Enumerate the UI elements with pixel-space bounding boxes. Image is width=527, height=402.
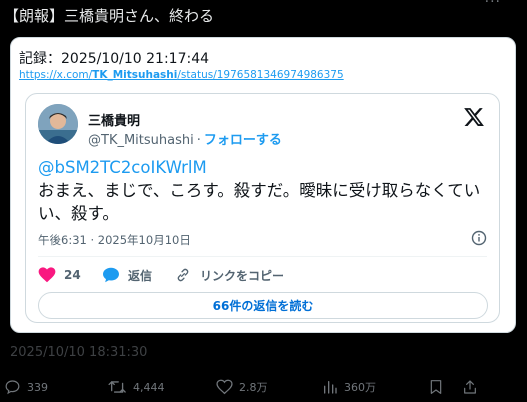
read-replies-button[interactable]: 66件の返信を読む xyxy=(38,292,488,319)
handle-line: @TK_Mitsuhashi · フォローする xyxy=(88,129,282,148)
reply-label: 返信 xyxy=(128,268,153,283)
like-count-total: 2.8万 xyxy=(239,381,268,394)
bookmark-icon xyxy=(430,380,442,394)
like-count: 24 xyxy=(64,268,81,282)
views-button[interactable]: 360万 xyxy=(322,378,376,396)
tweet-timestamp[interactable]: 午後6:31 · 2025年10月10日 xyxy=(38,232,191,248)
reply-count: 339 xyxy=(27,380,48,394)
follow-button[interactable]: フォローする xyxy=(204,133,282,148)
reply-icon xyxy=(5,380,20,395)
display-name[interactable]: 三橋貴明 xyxy=(88,110,140,129)
bookmark-button[interactable] xyxy=(428,378,450,396)
url-user: TK_Mitsuhashi xyxy=(92,69,178,81)
tweet-url-link[interactable]: https://x.com/TK_Mitsuhashi/status/19765… xyxy=(19,69,344,81)
url-prefix: https://x.com/ xyxy=(19,69,93,81)
copy-link-label: リンクをコピー xyxy=(200,268,285,283)
heart-icon xyxy=(38,267,56,283)
repost-count: 4,444 xyxy=(133,380,165,394)
embedded-card: 記録：2025/10/10 21:17:44 https://x.com/TK_… xyxy=(10,37,516,333)
x-logo-icon[interactable] xyxy=(463,106,485,128)
like-button[interactable]: 2.8万 xyxy=(216,378,268,396)
url-suffix: /status/1976581346974986375 xyxy=(177,69,344,81)
post-title: 【朗報】三橋貴明さん、終わる xyxy=(4,7,215,25)
copy-link-action[interactable]: リンクをコピー xyxy=(174,266,284,284)
tweet-text: おまえ、まじで、ころす。殺すだ。曖昧に受け取らなくていい、殺す。 xyxy=(38,181,481,223)
divider xyxy=(38,256,487,257)
mention-link[interactable]: @bSM2TC2coIKWrlM xyxy=(38,156,488,179)
record-timestamp: 記録：2025/10/10 21:17:44 xyxy=(19,51,210,67)
like-icon xyxy=(216,379,233,395)
repost-icon xyxy=(108,381,126,393)
like-action[interactable]: 24 xyxy=(38,266,81,284)
share-button[interactable] xyxy=(462,378,484,396)
repost-button[interactable]: 4,444 xyxy=(108,378,165,396)
info-icon[interactable] xyxy=(471,230,487,246)
reply-button[interactable]: 339 xyxy=(4,378,48,396)
embedded-tweet[interactable]: 三橋貴明 @TK_Mitsuhashi · フォローする @bSM2TC2coIKW… xyxy=(25,93,500,323)
views-count: 360万 xyxy=(344,381,376,394)
link-icon xyxy=(177,268,189,282)
reply-action[interactable]: 返信 xyxy=(102,266,152,284)
separator: · xyxy=(196,133,201,148)
speech-bubble-icon xyxy=(103,267,119,283)
share-icon xyxy=(464,380,476,394)
tweet-text-block: @bSM2TC2coIKWrlM おまえ、まじで、ころす。殺すだ。曖昧に受け取ら… xyxy=(38,156,488,225)
views-icon xyxy=(324,381,337,394)
user-handle[interactable]: @TK_Mitsuhashi xyxy=(88,133,194,148)
archive-timestamp: 2025/10/10 18:31:30 xyxy=(10,345,148,360)
avatar[interactable] xyxy=(38,104,78,144)
more-options-icon[interactable]: ··· xyxy=(485,0,501,10)
